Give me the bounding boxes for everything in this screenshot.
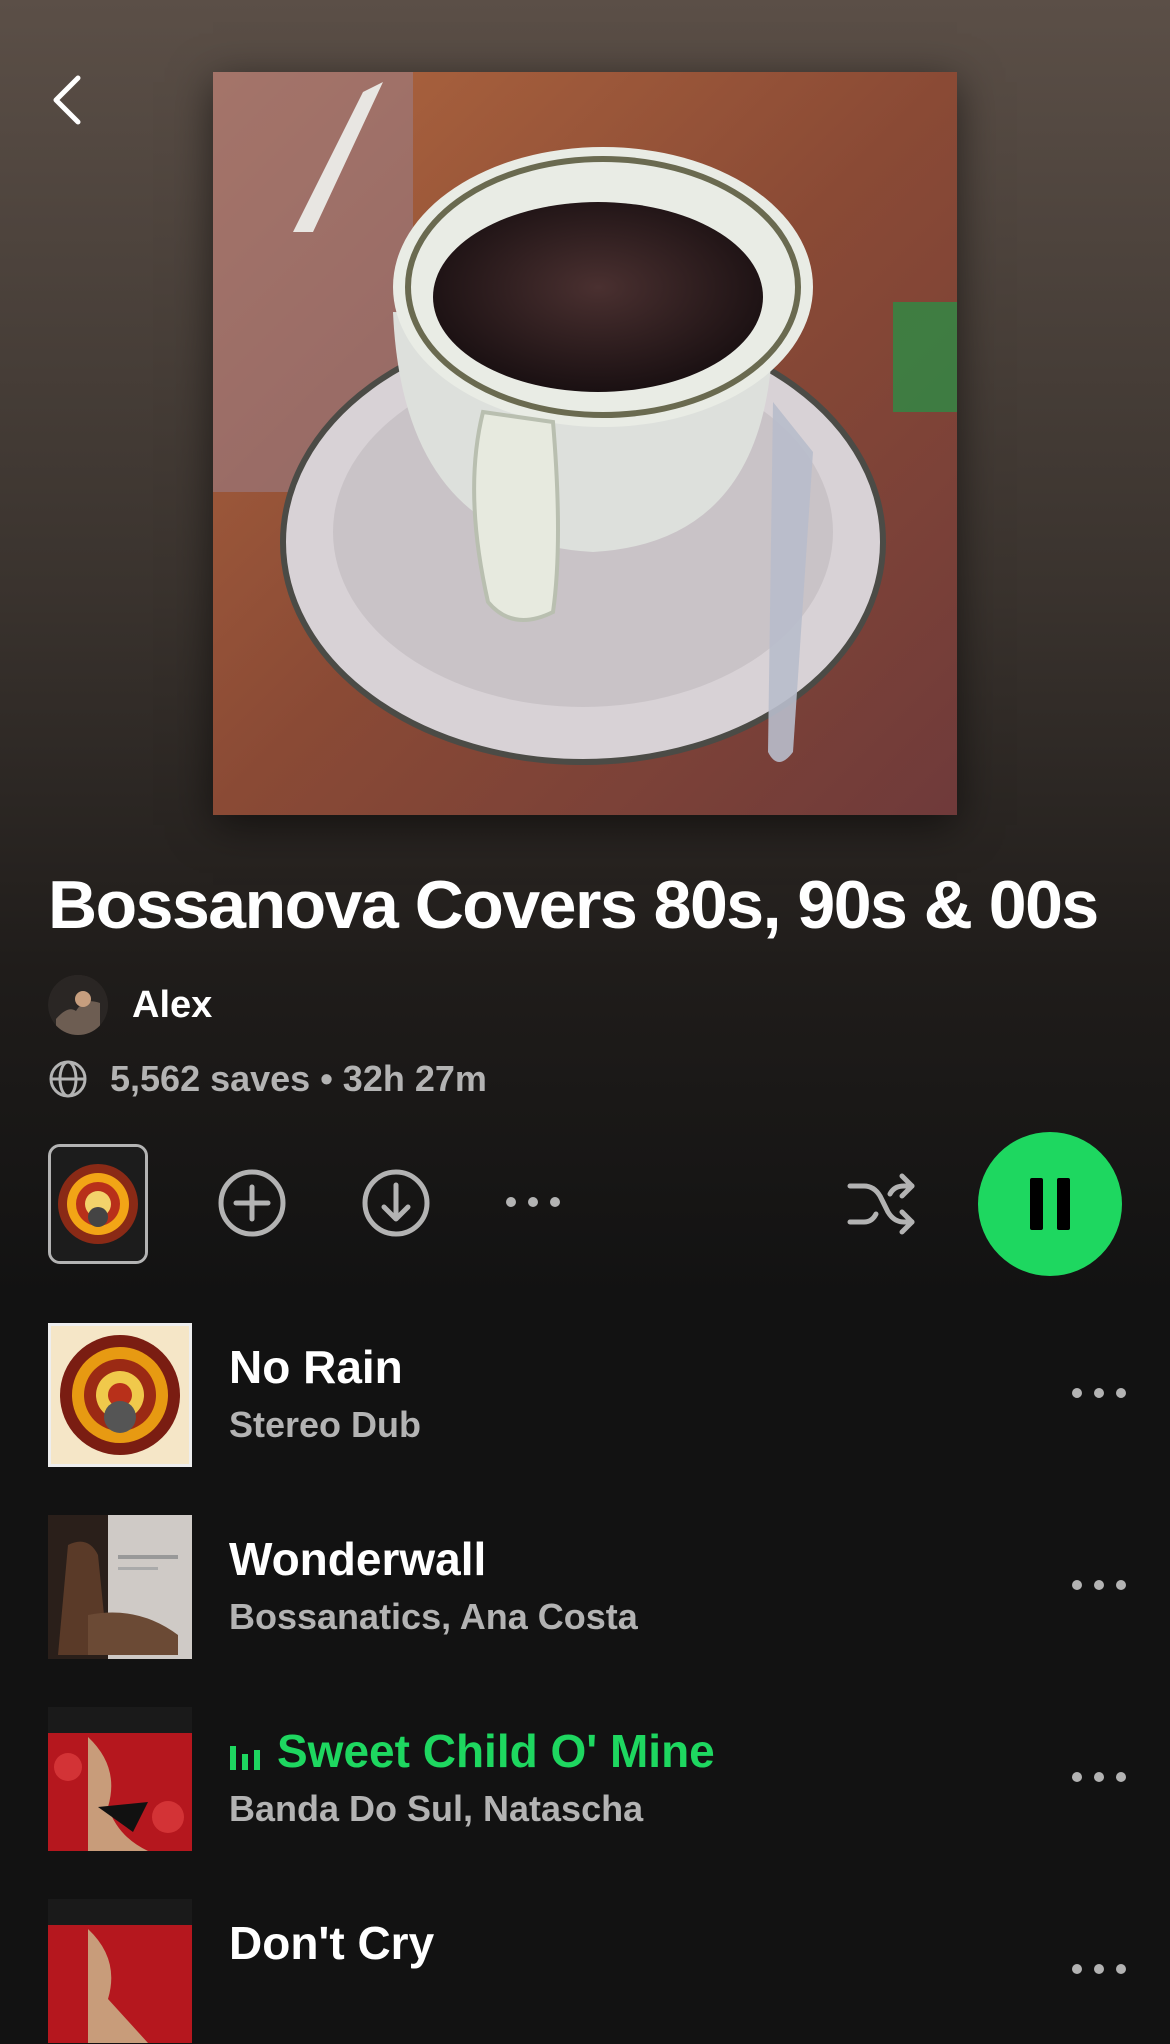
more-horizontal-icon [1072,1772,1126,1782]
track-more-button[interactable] [1064,1944,1134,1994]
track-title: No Rain [229,1341,403,1393]
playlist-title: Bossanova Covers 80s, 90s & 00s [48,867,1099,943]
track-artwork [48,1515,192,1659]
more-options-button[interactable] [500,1180,566,1229]
playlist-meta: 5,562 saves • 32h 27m [48,1058,487,1100]
owner-avatar[interactable] [48,975,108,1035]
track-artwork [48,1899,192,2043]
more-horizontal-icon [1072,1388,1126,1398]
more-horizontal-icon [506,1197,560,1207]
preview-cover-button[interactable] [48,1144,148,1264]
more-horizontal-icon [1072,1580,1126,1590]
track-more-button[interactable] [1064,1560,1134,1610]
chevron-left-icon [53,75,81,125]
shuffle-icon [847,1173,915,1235]
track-row[interactable]: No Rain Stereo Dub [0,1318,1170,1468]
track-title: Don't Cry [229,1917,435,1969]
pause-button[interactable] [978,1132,1122,1276]
globe-icon [49,1060,87,1098]
add-to-library-button[interactable] [216,1167,288,1244]
playlist-owner[interactable]: Alex [48,975,212,1035]
back-button[interactable] [44,70,96,130]
playlist-cover-image [213,72,957,815]
add-circle-icon [218,1169,286,1237]
shuffle-button[interactable] [846,1172,918,1241]
track-title-text: Sweet Child O' Mine [277,1725,715,1777]
track-artist: Bossanatics, Ana Costa [229,1596,638,1637]
now-playing-equalizer-icon [230,1745,260,1770]
track-artist: Banda Do Sul, Natascha [229,1788,644,1829]
track-more-button[interactable] [1064,1368,1134,1418]
pause-icon [1030,1178,1070,1230]
playlist-controls [0,1130,1170,1280]
track-row-playing[interactable]: Sweet Child O' Mine Banda Do Sul, Natasc… [0,1702,1170,1852]
more-horizontal-icon [1072,1964,1126,1974]
saves-duration: 5,562 saves • 32h 27m [110,1058,487,1099]
track-artist: Stereo Dub [229,1404,422,1445]
track-title: Wonderwall [229,1533,487,1585]
track-more-button[interactable] [1064,1752,1134,1802]
track-artwork [48,1707,192,1851]
track-row[interactable]: Don't Cry [0,1894,1170,2044]
track-title: Sweet Child O' Mine [229,1724,715,1778]
download-circle-icon [362,1169,430,1237]
download-button[interactable] [360,1167,432,1244]
owner-name[interactable]: Alex [132,984,212,1027]
track-artwork [48,1323,192,1467]
track-row[interactable]: Wonderwall Bossanatics, Ana Costa [0,1510,1170,1660]
